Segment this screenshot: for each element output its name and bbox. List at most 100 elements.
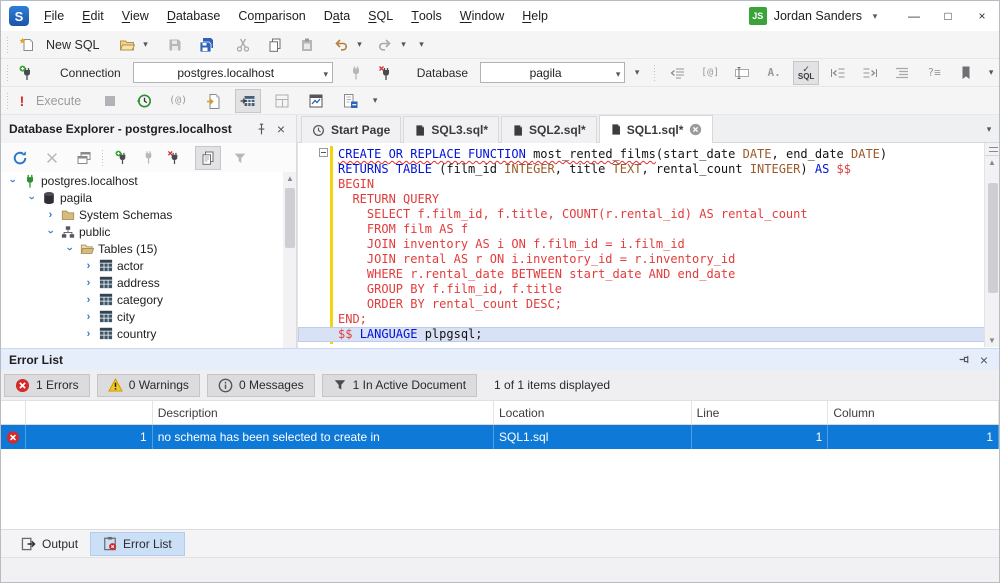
execute-toolbar-caret-icon[interactable]	[369, 89, 381, 113]
tab-sql1-sql[interactable]: SQL1.sql*	[599, 115, 714, 143]
bottom-tab-error-list[interactable]: Error List	[90, 532, 185, 556]
code-line[interactable]: $$ LANGUAGE plpgsql;	[298, 327, 1000, 342]
tree-item-public[interactable]: ›public	[1, 223, 283, 240]
column-header-blank[interactable]	[1, 401, 26, 424]
column-header-column[interactable]: Column	[828, 401, 999, 424]
toolbar-overflow-caret-icon[interactable]	[416, 33, 428, 57]
pin-icon[interactable]	[953, 348, 975, 372]
execution-history-icon[interactable]	[131, 89, 157, 113]
bookmark-icon[interactable]	[953, 61, 979, 85]
change-case-icon[interactable]: A.	[761, 61, 787, 85]
tab-sql2-sql[interactable]: SQL2.sql*	[501, 116, 597, 143]
export-to-table-icon[interactable]	[235, 89, 261, 113]
toolbar-grip[interactable]	[6, 93, 9, 109]
cascade-windows-icon[interactable]	[71, 146, 97, 170]
tree-chevron-icon[interactable]: ›	[64, 243, 76, 254]
menu-tools[interactable]: Tools	[402, 1, 451, 31]
minimize-button[interactable]: —	[897, 1, 931, 31]
sql-editor[interactable]: CREATE OR REPLACE FUNCTION most_rented_f…	[338, 147, 978, 342]
tab-start-page[interactable]: Start Page	[301, 116, 401, 143]
tree-item-tables-15[interactable]: ›Tables (15)	[1, 240, 283, 257]
connect-icon[interactable]	[343, 61, 369, 85]
query-profiler-icon[interactable]	[337, 89, 363, 113]
code-line[interactable]: SELECT f.film_id, f.title, COUNT(r.renta…	[338, 207, 978, 222]
code-line[interactable]: JOIN rental AS r ON i.inventory_id = r.i…	[338, 252, 978, 267]
code-line[interactable]: BEGIN	[338, 177, 978, 192]
tree-chevron-icon[interactable]: ›	[45, 226, 57, 237]
format-toolbar-caret-icon[interactable]	[985, 61, 997, 85]
bottom-tab-output[interactable]: Output	[9, 532, 90, 556]
redo-caret-icon[interactable]	[398, 33, 410, 57]
menu-window[interactable]: Window	[451, 1, 513, 31]
tree-chevron-icon[interactable]: ›	[83, 311, 94, 323]
close-button[interactable]: ×	[965, 1, 999, 31]
increase-indent-icon[interactable]	[857, 61, 883, 85]
tree-item-pagila[interactable]: ›pagila	[1, 189, 283, 206]
undo-icon[interactable]	[328, 33, 354, 57]
menu-file[interactable]: File	[35, 1, 73, 31]
menu-edit[interactable]: Edit	[73, 1, 113, 31]
tree-chevron-icon[interactable]: ›	[83, 260, 94, 272]
code-line[interactable]: JOIN inventory AS i ON f.film_id = i.fil…	[338, 237, 978, 252]
pin-icon[interactable]	[250, 117, 272, 141]
open-file-caret-icon[interactable]	[140, 33, 152, 57]
decrease-indent-icon[interactable]	[825, 61, 851, 85]
menu-sql[interactable]: SQL	[359, 1, 402, 31]
tree-chevron-icon[interactable]: ›	[45, 209, 56, 221]
database-select[interactable]: pagila	[480, 62, 625, 83]
column-header-location[interactable]: Location	[494, 401, 692, 424]
copy-icon[interactable]	[262, 33, 288, 57]
tab-close-icon[interactable]	[689, 123, 702, 136]
code-line[interactable]: FROM film AS f	[338, 222, 978, 237]
connection-select[interactable]: postgres.localhost	[133, 62, 333, 83]
scroll-down-icon[interactable]: ▼	[985, 334, 999, 347]
tree-chevron-icon[interactable]: ›	[83, 277, 94, 289]
scroll-up-icon[interactable]: ▲	[283, 172, 297, 185]
split-editor-handle[interactable]	[985, 143, 1000, 156]
tree-item-city[interactable]: ›city	[1, 308, 283, 325]
new-connection-icon[interactable]	[14, 61, 40, 85]
tree-chevron-icon[interactable]: ›	[26, 192, 38, 203]
code-line[interactable]: GROUP BY f.film_id, f.title	[338, 282, 978, 297]
undo-caret-icon[interactable]	[354, 33, 366, 57]
cut-icon[interactable]	[230, 33, 256, 57]
export-to-file-icon[interactable]	[201, 89, 227, 113]
explorer-disconnect-icon[interactable]	[161, 146, 187, 170]
tree-chevron-icon[interactable]: ›	[7, 175, 19, 186]
menu-comparison[interactable]: Comparison	[229, 1, 314, 31]
database-toolbar-caret-icon[interactable]	[631, 61, 643, 85]
menu-help[interactable]: Help	[513, 1, 557, 31]
toolbar-grip[interactable]	[6, 37, 9, 53]
save-all-icon[interactable]	[194, 33, 220, 57]
tab-sql3-sql[interactable]: SQL3.sql*	[403, 116, 499, 143]
filter-1-in-active-document[interactable]: 1 In Active Document	[322, 374, 477, 397]
code-line[interactable]: ORDER BY rental_count DESC;	[338, 297, 978, 312]
database-select-caret-icon[interactable]	[612, 62, 624, 86]
open-file-icon[interactable]	[114, 33, 140, 57]
paste-icon[interactable]	[294, 33, 320, 57]
filter-0-messages[interactable]: 0 Messages	[207, 374, 315, 397]
rename-identifier-icon[interactable]	[729, 61, 755, 85]
refresh-icon[interactable]	[7, 146, 33, 170]
tree-item-system-schemas[interactable]: ›System Schemas	[1, 206, 283, 223]
filter-1-errors[interactable]: 1 Errors	[4, 374, 90, 397]
toggle-comment-icon[interactable]	[665, 61, 691, 85]
code-fold-icon[interactable]	[319, 148, 328, 157]
tree-chevron-icon[interactable]: ›	[83, 294, 94, 306]
format-document-icon[interactable]	[889, 61, 915, 85]
tab-overflow-caret-icon[interactable]	[983, 117, 995, 141]
disconnect-icon[interactable]	[373, 61, 399, 85]
column-header-description[interactable]: Description	[153, 401, 494, 424]
scrollbar-thumb[interactable]	[988, 183, 998, 293]
filter-0-warnings[interactable]: 0 Warnings	[97, 374, 200, 397]
menu-data[interactable]: Data	[315, 1, 359, 31]
tree-chevron-icon[interactable]: ›	[83, 328, 94, 340]
format-sql-icon[interactable]: ✓SQL	[793, 61, 819, 85]
code-line[interactable]: RETURN QUERY	[338, 192, 978, 207]
code-line[interactable]: RETURNS TABLE (film_id INTEGER, title TE…	[338, 162, 978, 177]
new-sql-button[interactable]: New SQL	[40, 38, 106, 52]
explorer-scrollbar[interactable]: ▲	[283, 172, 297, 348]
query-builder-icon[interactable]	[303, 89, 329, 113]
scrollbar-thumb[interactable]	[285, 188, 295, 248]
error-list-close-icon[interactable]	[975, 351, 993, 369]
